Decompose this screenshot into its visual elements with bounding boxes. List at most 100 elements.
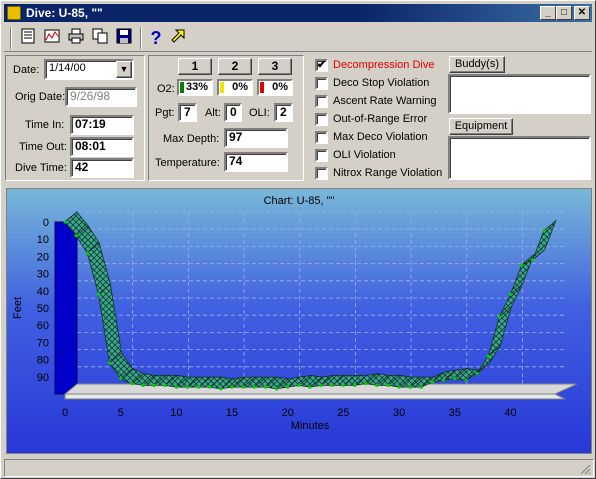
x-tick-label: 20 — [282, 407, 294, 419]
y-tick-label: 50 — [37, 303, 49, 315]
flag-checkbox[interactable] — [315, 113, 328, 126]
profile-point — [107, 361, 112, 365]
buddy-button[interactable]: Buddy(s) — [449, 56, 505, 73]
help-icon[interactable]: ? — [146, 28, 166, 48]
profile-point — [208, 385, 212, 389]
o2-value-3: 0% — [272, 81, 288, 93]
orig-date-label: Orig Date: — [15, 91, 66, 103]
profile-point — [475, 371, 479, 375]
app-icon — [7, 6, 21, 20]
profile-point — [241, 385, 245, 389]
alt-field[interactable]: 0 — [224, 103, 242, 122]
profile-point — [486, 354, 490, 358]
time-in-label: Time In: — [25, 119, 65, 131]
date-label: Date: — [13, 64, 40, 76]
chevron-down-icon[interactable]: ▼ — [116, 61, 132, 78]
tab-tank-3[interactable]: 3 — [258, 58, 292, 75]
time-in-field[interactable]: 07:19 — [70, 115, 134, 135]
o2-label: O2: — [157, 83, 175, 95]
x-tick-label: 25 — [337, 407, 349, 419]
profile-point — [442, 378, 446, 382]
flag-checkbox[interactable] — [315, 167, 328, 180]
oli-field[interactable]: 2 — [274, 103, 293, 122]
profile-point — [497, 315, 501, 319]
chart-svg: Chart: U-85, "" 0 10 20 30 40 50 60 70 80 90 0 5 10 15… — [7, 189, 591, 453]
dive-window: Dive: U-85, "" _ □ ✕ ? Date: 1/14/00 ▼ O… — [0, 0, 596, 479]
print-icon[interactable] — [66, 28, 86, 48]
profile-point — [531, 258, 535, 262]
buddy-list[interactable] — [448, 74, 591, 114]
y-axis-label: Feet — [12, 297, 24, 319]
profile-point — [263, 385, 268, 389]
flag-label: OLI Violation — [333, 149, 396, 161]
profile-point — [419, 385, 423, 389]
dive-profile-chart: Chart: U-85, "" 0 10 20 30 40 50 60 70 80 90 0 5 10 15… — [6, 188, 592, 454]
y-tick-label: 70 — [37, 337, 49, 349]
profile-point — [308, 385, 312, 389]
date-dropdown[interactable]: 1/14/00 ▼ — [44, 59, 134, 80]
profile-point — [219, 387, 223, 391]
profile-point — [119, 376, 123, 381]
resize-grip-icon[interactable] — [579, 463, 591, 475]
profile-point — [185, 385, 190, 389]
notes-icon[interactable] — [18, 28, 38, 48]
x-tick-label: 0 — [62, 407, 68, 419]
chart-title: Chart: U-85, "" — [264, 195, 335, 207]
profile-point — [519, 263, 524, 267]
profile-point — [85, 251, 89, 255]
copy-icon[interactable] — [90, 28, 110, 48]
profile-point — [286, 385, 290, 389]
minimize-button[interactable]: _ — [540, 6, 556, 20]
tab-tank-1[interactable]: 1 — [178, 58, 212, 75]
oli-label: OLI: — [249, 107, 270, 119]
o2-gauge-3: 0% — [257, 79, 293, 96]
time-out-field[interactable]: 08:01 — [70, 137, 134, 157]
profile-point — [252, 385, 256, 389]
y-tick-label: 10 — [37, 234, 49, 246]
y-tick-label: 60 — [37, 320, 49, 332]
temperature-label: Temperature: — [155, 157, 220, 169]
title-bar[interactable]: Dive: U-85, "" _ □ ✕ — [4, 4, 592, 22]
equipment-button[interactable]: Equipment — [449, 118, 513, 135]
profile-point — [74, 234, 78, 238]
chart-floor-edge — [64, 393, 566, 400]
o2-value-2: 0% — [232, 81, 248, 93]
x-tick-label: 10 — [170, 407, 182, 419]
maximize-button[interactable]: □ — [556, 6, 572, 20]
pgt-label: Pgt: — [155, 107, 175, 119]
flag-checkbox[interactable]: ✔ — [315, 59, 328, 72]
flag-checkbox[interactable] — [315, 149, 328, 162]
flag-label: Out-of-Range Error — [333, 113, 428, 125]
profile-point — [464, 378, 468, 382]
pgt-field[interactable]: 7 — [178, 103, 197, 122]
flag-label: Deco Stop Violation — [333, 77, 430, 89]
toolbar: ? — [4, 24, 592, 52]
profile-point — [141, 383, 145, 387]
orig-date-field[interactable]: 9/26/98 — [65, 87, 137, 107]
o2-bar-1 — [180, 82, 184, 93]
max-depth-field[interactable]: 97 — [224, 128, 288, 148]
dive-time-label: Dive Time: — [15, 162, 67, 174]
o2-bar-2 — [220, 82, 224, 93]
profile-point — [386, 383, 390, 387]
equipment-list[interactable] — [448, 136, 591, 180]
y-tick-label: 20 — [37, 251, 49, 263]
time-out-label: Time Out: — [19, 141, 67, 153]
alt-label: Alt: — [205, 107, 221, 119]
tab-tank-2[interactable]: 2 — [218, 58, 252, 75]
profile-point — [297, 383, 301, 387]
status-bar — [4, 459, 594, 477]
flag-checkbox[interactable] — [315, 77, 328, 90]
flag-checkbox[interactable] — [315, 131, 328, 144]
pointer-icon[interactable] — [168, 28, 188, 48]
flag-checkbox[interactable] — [315, 95, 328, 108]
save-icon[interactable] — [114, 28, 134, 48]
chart-icon[interactable] — [42, 28, 62, 48]
flag-label: Nitrox Range Violation — [333, 167, 443, 179]
window-title: Dive: U-85, "" — [26, 6, 103, 20]
profile-point — [63, 220, 67, 224]
temperature-field[interactable]: 74 — [224, 152, 288, 172]
profile-point — [397, 385, 401, 389]
close-button[interactable]: ✕ — [574, 6, 590, 20]
dive-time-field[interactable]: 42 — [70, 158, 134, 178]
